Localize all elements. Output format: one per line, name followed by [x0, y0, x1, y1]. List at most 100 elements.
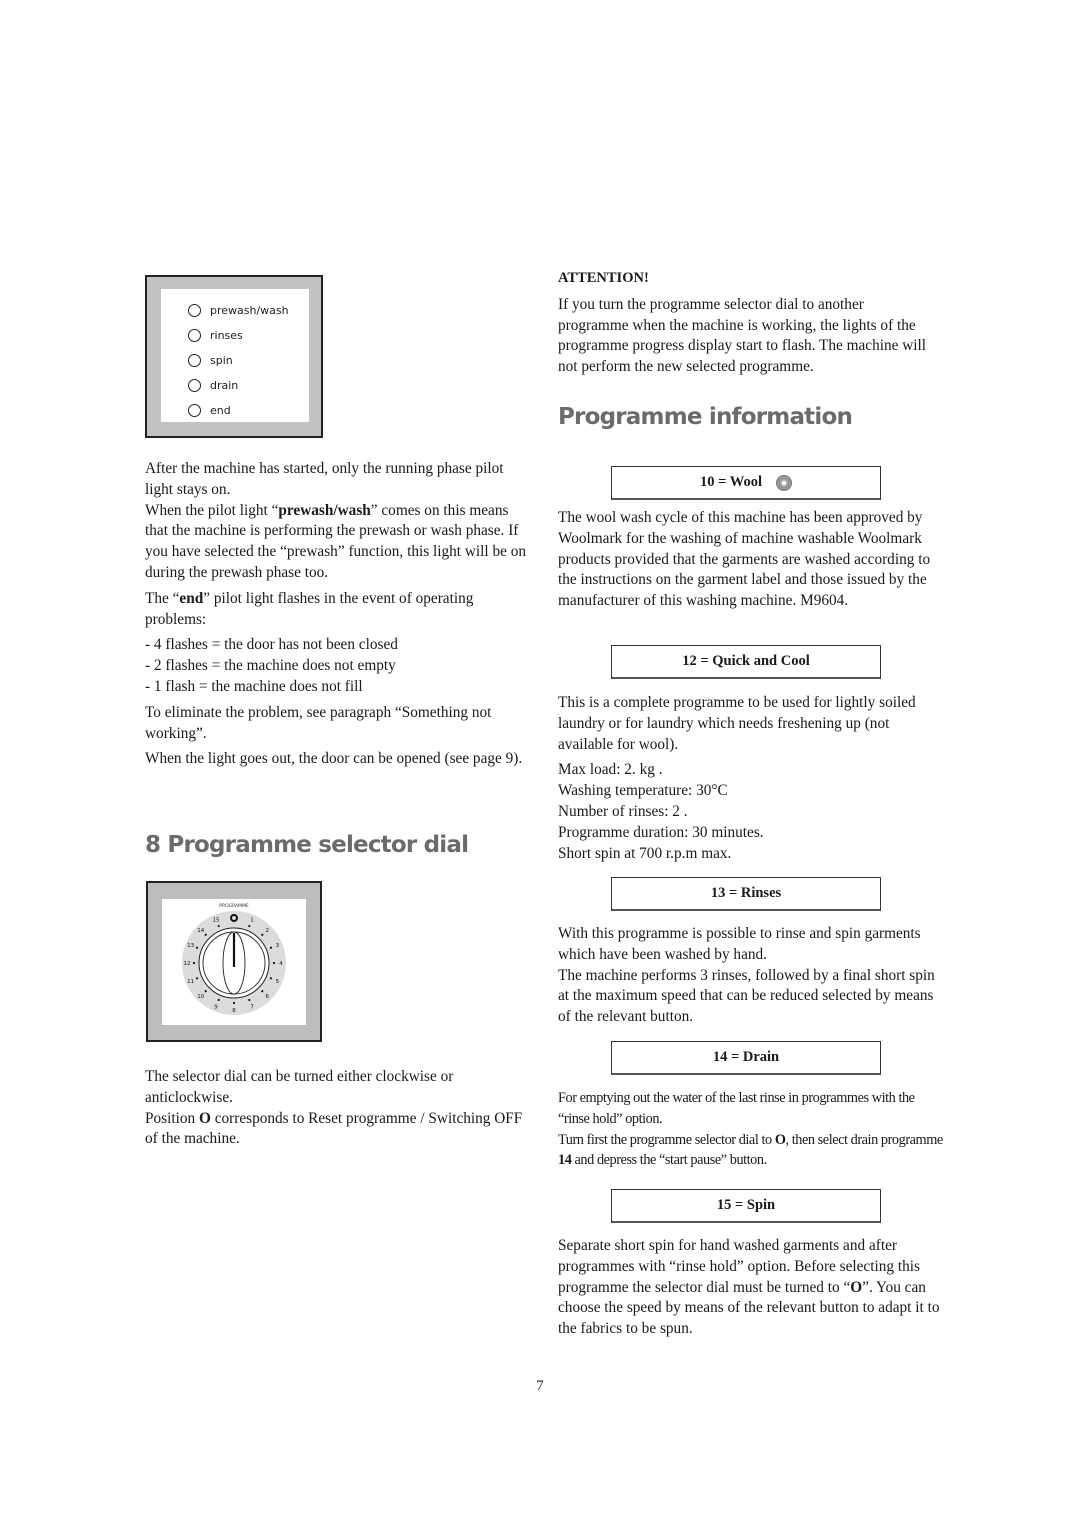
dial-position-dot	[195, 946, 199, 949]
dial-panel: PROGRAMME 1 2 3 4 5 6 7 8 9 10 11 12 13 14 15	[146, 881, 322, 1042]
programme-title: 10 = Wool	[700, 474, 762, 490]
spec-temperature: Washing temperature: 30°C	[558, 782, 728, 800]
pilot-light-circle-icon	[188, 403, 201, 417]
quick-and-cool-text: This is a complete programme to be used …	[558, 694, 916, 753]
running-phase-text: After the machine has started, only the …	[145, 460, 504, 498]
dial-position-label: 10	[197, 994, 204, 1000]
wool-text: The wool wash cycle of this machine has …	[558, 509, 931, 610]
dial-direction-text: The selector dial can be turned either c…	[145, 1068, 454, 1106]
section-heading-selector-dial: 8 Programme selector dial	[145, 832, 469, 858]
prewash-wash-text: When the pilot light “prewash/wash” come…	[145, 501, 527, 584]
dial-position-dot	[204, 990, 207, 993]
bold-term: O	[198, 1109, 211, 1127]
dial-reset-text: Position O corresponds to Reset programm…	[145, 1109, 530, 1151]
drain-description: For emptying out the water of the last r…	[558, 1088, 943, 1171]
quick-and-cool-description: This is a complete programme to be used …	[558, 693, 943, 864]
pilot-light-label: prewash/wash	[210, 303, 289, 317]
dial-label: PROGRAMME	[219, 903, 249, 909]
attention-block: ATTENTION! If you turn the programme sel…	[558, 268, 938, 378]
spin-text: Separate short spin for hand washed garm…	[558, 1236, 943, 1340]
text-span: Position	[145, 1109, 199, 1127]
pilot-light-drain: drain	[188, 375, 238, 395]
dial-position-dot	[248, 924, 251, 928]
section-heading-programme-info: Programme information	[558, 404, 853, 430]
dial-position-dot	[195, 977, 199, 980]
programme-dial[interactable]: PROGRAMME 123456789101112131415	[162, 899, 306, 1025]
dial-position-dot	[217, 998, 220, 1002]
dial-position-dot	[232, 1001, 236, 1005]
pilot-light-label: end	[210, 403, 231, 417]
rinses-text-b: The machine performs 3 rinses, followed …	[558, 966, 935, 1026]
dial-position-label: 6	[265, 994, 269, 1000]
bold-term: 14	[558, 1152, 572, 1169]
dial-position-label: 2	[265, 928, 269, 934]
dial-position-label: 15	[213, 918, 220, 924]
dial-position-label: 4	[279, 961, 283, 967]
dial-position-dot	[269, 977, 273, 980]
dial-position-label: 8	[232, 1008, 236, 1014]
drain-text-a: For emptying out the water of the last r…	[558, 1090, 915, 1127]
text-span: When the pilot light “	[145, 501, 279, 519]
troubleshoot-text: To eliminate the problem, see paragraph …	[145, 703, 492, 742]
drain-text-b: Turn first the programme selector dial t…	[558, 1130, 943, 1172]
pilot-light-end: end	[188, 400, 231, 420]
woolmark-icon	[775, 474, 792, 491]
dial-position-dot	[248, 998, 251, 1002]
programme-title: 13 = Rinses	[710, 885, 782, 901]
programme-box-wool: 10 = Wool	[611, 466, 881, 500]
dial-position-label: 7	[250, 1004, 254, 1010]
bold-term: O	[850, 1278, 863, 1296]
text-span: , then select drain programme	[785, 1131, 944, 1148]
pilot-light-circle-icon	[188, 303, 201, 317]
pilot-light-label: drain	[210, 378, 239, 392]
flash-code-item: - 1 flash = the machine does not fill	[145, 677, 363, 695]
pilot-light-description: After the machine has started, only the …	[145, 459, 527, 770]
page-number: 7	[536, 1378, 544, 1394]
spin-description: Separate short spin for hand washed garm…	[558, 1236, 943, 1340]
rinses-text-a: With this programme is possible to rinse…	[558, 925, 921, 963]
pilot-light-panel: prewash/wash rinses spin drain end	[145, 275, 323, 438]
dial-position-label: 11	[187, 979, 194, 985]
programme-box-drain: 14 = Drain	[611, 1041, 881, 1075]
rinses-description: With this programme is possible to rinse…	[558, 924, 943, 1028]
dial-position-dot	[269, 946, 273, 949]
dial-position-label: 13	[187, 943, 194, 949]
pilot-light-label: spin	[210, 353, 233, 367]
pilot-light-rinses: rinses	[188, 325, 243, 345]
pilot-light-label: rinses	[210, 328, 243, 342]
pilot-light-circle-icon	[188, 378, 201, 392]
dial-position-dot	[217, 924, 220, 928]
dial-position-label: 3	[276, 943, 280, 949]
bold-term: end	[179, 589, 204, 607]
pilot-light-circle-icon	[188, 353, 201, 367]
spec-duration: Programme duration: 30 minutes.	[558, 823, 764, 841]
flash-code-item: - 4 flashes = the door has not been clos…	[145, 636, 398, 654]
programme-box-quick-and-cool: 12 = Quick and Cool	[611, 645, 881, 679]
dial-position-dot	[261, 990, 264, 993]
text-span: and depress the “start pause” button.	[571, 1152, 768, 1169]
dial-position-dot	[272, 961, 276, 965]
programme-box-spin: 15 = Spin	[611, 1189, 881, 1223]
pilot-light-spin: spin	[188, 350, 233, 370]
dial-position-dot	[261, 933, 264, 936]
dial-position-dot	[192, 961, 196, 965]
spec-max-load: Max load: 2. kg .	[558, 761, 663, 779]
pilot-light-prewash-wash: prewash/wash	[188, 300, 289, 320]
attention-title: ATTENTION!	[558, 270, 649, 286]
dial-position-label: 9	[214, 1004, 218, 1010]
end-light-text: The “end” pilot light flashes in the eve…	[145, 589, 527, 631]
dial-panel-inner: PROGRAMME 1 2 3 4 5 6 7 8 9 10 11 12 13 14 15	[162, 899, 306, 1025]
text-span: Turn first the programme selector dial t…	[558, 1131, 775, 1148]
bold-term: prewash/wash	[278, 501, 371, 519]
dial-position-dot	[204, 933, 207, 936]
spec-spin: Short spin at 700 r.p.m max.	[558, 844, 732, 862]
bold-term: O	[774, 1131, 786, 1148]
programme-box-rinses: 13 = Rinses	[611, 877, 881, 911]
flash-code-list: - 4 flashes = the door has not been clos…	[145, 635, 527, 697]
programme-title: 12 = Quick and Cool	[682, 653, 810, 669]
programme-title: 15 = Spin	[716, 1197, 776, 1213]
flash-code-item: - 2 flashes = the machine does not empty	[145, 657, 396, 675]
attention-text: If you turn the programme selector dial …	[558, 295, 927, 376]
quick-and-cool-specs: Max load: 2. kg . Washing temperature: 3…	[558, 760, 943, 864]
dial-position-label: 14	[197, 928, 204, 934]
